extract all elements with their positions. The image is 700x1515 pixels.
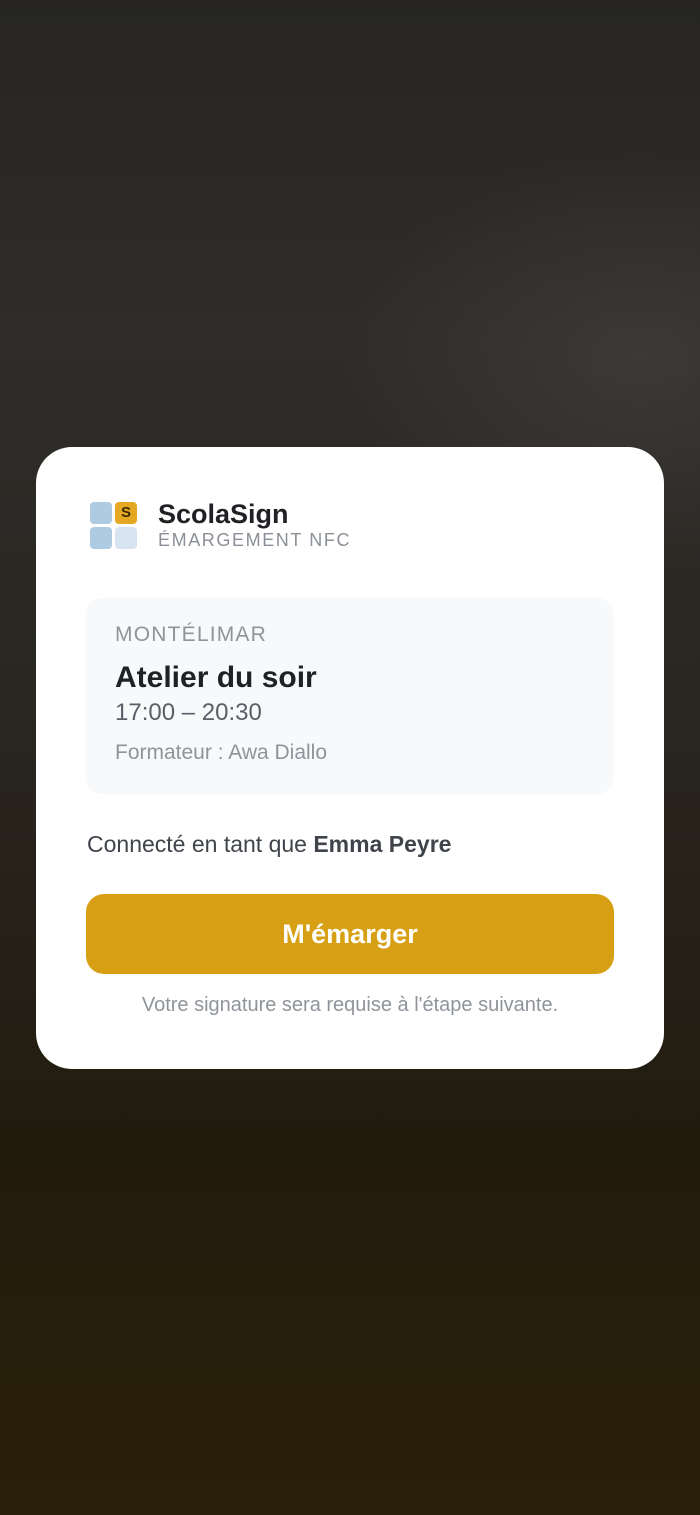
session-title: Atelier du soir: [115, 661, 317, 694]
session-city: MONTÉLIMAR: [115, 623, 268, 646]
logo-tile: [90, 502, 112, 524]
brand-text: ScolaSign ÉMARGEMENT NFC: [158, 499, 351, 551]
session-details: MONTÉLIMAR Atelier du soir 17:00 – 20:30…: [86, 598, 614, 794]
logo-tile: [90, 527, 112, 549]
sign-in-card: S ScolaSign ÉMARGEMENT NFC MONTÉLIMAR At…: [36, 447, 664, 1069]
app-logo-icon: S: [90, 502, 138, 550]
app-subtitle: ÉMARGEMENT NFC: [158, 530, 352, 550]
session-time: 17:00 – 20:30: [115, 699, 262, 726]
app-name: ScolaSign: [158, 499, 289, 529]
sign-attendance-button[interactable]: M'émarger: [86, 894, 614, 974]
logo-tile-letter: S: [115, 502, 137, 524]
logo-tile: [115, 527, 137, 549]
user-name: Emma Peyre: [313, 831, 452, 857]
brand-header: S ScolaSign ÉMARGEMENT NFC: [90, 499, 351, 551]
connected-prefix: Connecté en tant que: [87, 831, 314, 857]
signature-note: Votre signature sera requise à l'étape s…: [141, 994, 559, 1016]
session-trainer: Formateur : Awa Diallo: [115, 741, 328, 764]
connected-user: Connecté en tant que Emma Peyre: [87, 829, 451, 859]
